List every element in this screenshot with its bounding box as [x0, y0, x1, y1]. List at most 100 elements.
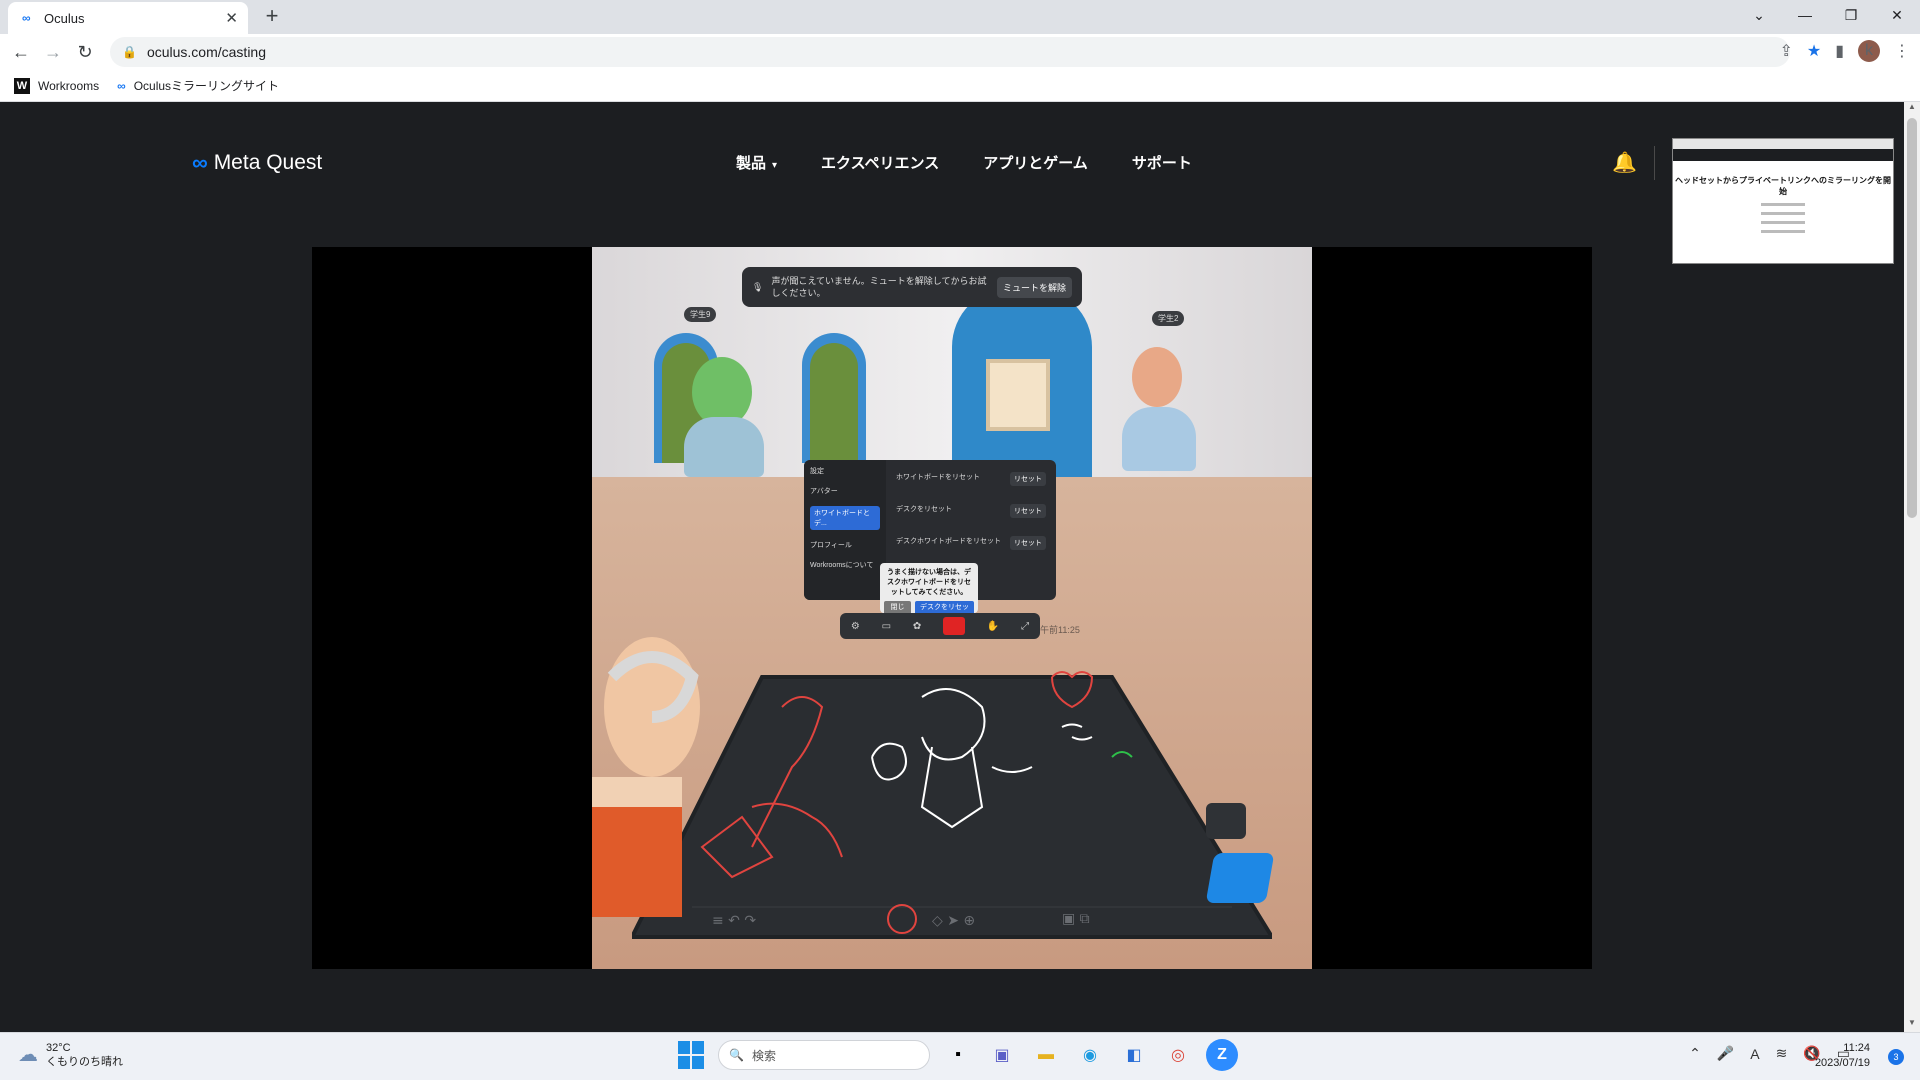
- reset-button[interactable]: リセット: [1010, 472, 1046, 486]
- forward-button[interactable]: →: [42, 41, 64, 63]
- edge-icon[interactable]: ◉: [1074, 1039, 1106, 1071]
- expand-icon[interactable]: ⤢: [1021, 621, 1029, 632]
- avatar-student-right: [1132, 347, 1182, 407]
- meta-favicon-icon: ∞: [117, 78, 126, 93]
- microphone-icon[interactable]: 🎤: [1717, 1045, 1734, 1062]
- window-controls: ⌄ — ❐ ✕: [1736, 0, 1920, 34]
- settings-menu-avatar[interactable]: アバター: [810, 486, 880, 496]
- file-explorer-icon[interactable]: ▬: [1030, 1039, 1062, 1071]
- settings-menu-whiteboard[interactable]: ホワイトボードとデ...: [810, 506, 880, 530]
- settings-row-title: デスクホワイトボードをリセット: [896, 538, 1001, 545]
- teams-icon[interactable]: ▣: [986, 1039, 1018, 1071]
- mute-banner-text: 声が聞こえていません。ミュートを解除してからお試しください。: [771, 276, 987, 298]
- settings-row-title: デスクをリセット: [896, 506, 952, 513]
- settings-row: デスクホワイトボードをリセット リセット: [896, 536, 1046, 550]
- dialog-text: うまく描けない場合は、デスクホワイトボードをリセットしてみてください。: [887, 569, 971, 596]
- desk-whiteboard: ≡ ↶ ↷ ◇ ➤ ⊕ ▣ ⧉: [632, 671, 1272, 939]
- people-icon[interactable]: ✿: [913, 621, 921, 632]
- page-scrollbar[interactable]: ▲ ▼: [1904, 102, 1920, 1032]
- bookmarks-bar: W Workrooms ∞ Oculusミラーリングサイト: [0, 70, 1920, 102]
- bookmark-oculus-mirroring[interactable]: ∞ Oculusミラーリングサイト: [117, 77, 279, 94]
- reset-dialog: うまく描けない場合は、デスクホワイトボードをリセットしてみてください。 閉じる …: [880, 563, 978, 623]
- notification-bell-icon[interactable]: 🔔: [1612, 150, 1637, 175]
- side-panel-icon[interactable]: ▮: [1835, 41, 1844, 61]
- screen-share-preview: ヘッドセットからプライベートリンクへのミラーリングを開始: [1672, 138, 1894, 264]
- clock-time: 11:24: [1843, 1042, 1870, 1054]
- ime-icon[interactable]: A: [1750, 1046, 1759, 1062]
- taskbar-clock[interactable]: 11:24 2023/07/19: [1815, 1041, 1870, 1071]
- chevron-down-icon: ▾: [772, 160, 778, 171]
- zoom-icon[interactable]: Z: [1206, 1039, 1238, 1071]
- close-tab-icon[interactable]: ✕: [225, 9, 238, 27]
- restore-button[interactable]: ❐: [1828, 0, 1874, 30]
- preview-title: ヘッドセットからプライベートリンクへのミラーリングを開始: [1675, 176, 1891, 196]
- nav-products[interactable]: 製品 ▾: [736, 152, 777, 173]
- taskbar-search[interactable]: 🔍 検索: [718, 1040, 930, 1070]
- bookmark-label: Workrooms: [38, 78, 100, 93]
- hand-icon[interactable]: ✋: [987, 621, 999, 632]
- share-icon[interactable]: ⇪: [1779, 41, 1792, 61]
- weather-temp: 32°C: [46, 1042, 71, 1054]
- weather-desc: くもりのち晴れ: [46, 1056, 123, 1068]
- settings-row: ホワイトボードをリセット リセット: [896, 472, 1046, 486]
- settings-menu-about[interactable]: Workroomsについて: [810, 560, 880, 570]
- meta-quest-logo[interactable]: ∞ Meta Quest: [192, 150, 322, 176]
- chevron-up-icon[interactable]: ⌃: [1689, 1045, 1701, 1062]
- scrollbar-thumb[interactable]: [1907, 118, 1917, 518]
- scroll-down-icon[interactable]: ▼: [1904, 1018, 1920, 1032]
- profile-avatar[interactable]: k: [1858, 40, 1880, 62]
- back-button[interactable]: ←: [10, 41, 32, 63]
- scroll-up-icon[interactable]: ▲: [1904, 102, 1920, 116]
- mic-muted-icon: 🎙: [752, 281, 764, 292]
- start-button[interactable]: [678, 1041, 706, 1069]
- meta-favicon-icon: ∞: [22, 11, 31, 25]
- reset-button[interactable]: リセット: [1010, 504, 1046, 518]
- reload-button[interactable]: ↻: [74, 41, 96, 63]
- store-icon[interactable]: ◧: [1118, 1039, 1150, 1071]
- new-tab-button[interactable]: +: [260, 5, 284, 29]
- address-bar[interactable]: 🔒 oculus.com/casting: [110, 37, 1790, 67]
- stamp-tool-button[interactable]: [1205, 853, 1275, 903]
- tab-strip: ∞ Oculus ✕ + ⌄ — ❐ ✕: [0, 0, 1920, 34]
- chrome-icon[interactable]: ◎: [1162, 1039, 1194, 1071]
- wrist-time: 午前11:25: [1040, 625, 1080, 635]
- search-placeholder: 検索: [751, 1048, 776, 1063]
- bookmark-workrooms[interactable]: W Workrooms: [14, 77, 100, 94]
- url-text: oculus.com/casting: [146, 44, 267, 60]
- mic-button[interactable]: [943, 617, 966, 635]
- mute-banner: 🎙 声が聞こえていません。ミュートを解除してからお試しください。 ミュートを解除: [742, 267, 1082, 307]
- reset-button[interactable]: リセット: [1010, 536, 1046, 550]
- wifi-icon[interactable]: ≋: [1776, 1045, 1788, 1062]
- nav-apps-games[interactable]: アプリとゲーム: [983, 152, 1088, 173]
- vr-scene: 学生9 学生2 🎙 声が聞こえていません。ミュートを解除してからお試しください。…: [592, 247, 1312, 969]
- casting-video: 学生9 学生2 🎙 声が聞こえていません。ミュートを解除してからお試しください。…: [312, 247, 1592, 969]
- task-view-icon[interactable]: ▪: [942, 1039, 974, 1071]
- scene-window-view: [810, 343, 858, 463]
- lock-icon: 🔒: [122, 45, 137, 59]
- svg-text:≡ ↶ ↷: ≡ ↶ ↷: [712, 913, 756, 929]
- camera-button[interactable]: [1206, 803, 1246, 839]
- gear-icon[interactable]: ⚙: [851, 621, 860, 632]
- svg-text:◇ ➤ ⊕: ◇ ➤ ⊕: [932, 913, 975, 929]
- bookmark-star-icon[interactable]: ★: [1807, 41, 1821, 61]
- tab-oculus[interactable]: ∞ Oculus ✕: [8, 2, 248, 34]
- logo-text: Meta Quest: [213, 151, 323, 174]
- meta-logo-icon: ∞: [192, 150, 208, 175]
- unmute-button[interactable]: ミュートを解除: [996, 276, 1072, 298]
- divider: [1654, 146, 1655, 180]
- wrist-menu: ⚙ ▭ ✿ ✋ ⤢: [840, 613, 1040, 639]
- notification-badge[interactable]: 3: [1888, 1049, 1904, 1065]
- main-nav: 製品 ▾ エクスペリエンス アプリとゲーム サポート: [736, 152, 1192, 173]
- tab-search-icon[interactable]: ⌄: [1736, 0, 1782, 30]
- tab-title: Oculus: [44, 10, 85, 26]
- bookmark-label: Oculusミラーリングサイト: [133, 79, 280, 93]
- close-window-button[interactable]: ✕: [1874, 0, 1920, 30]
- minimize-button[interactable]: —: [1782, 0, 1828, 30]
- nav-support[interactable]: サポート: [1132, 152, 1192, 173]
- weather-widget[interactable]: ☁ 32°C くもりのち晴れ: [18, 1041, 123, 1069]
- settings-menu-profile[interactable]: プロフィール: [810, 540, 880, 550]
- avatar-body: [1122, 407, 1196, 471]
- menu-icon[interactable]: ⋮: [1894, 41, 1910, 61]
- screen-icon[interactable]: ▭: [882, 621, 891, 632]
- nav-experiences[interactable]: エクスペリエンス: [821, 152, 939, 173]
